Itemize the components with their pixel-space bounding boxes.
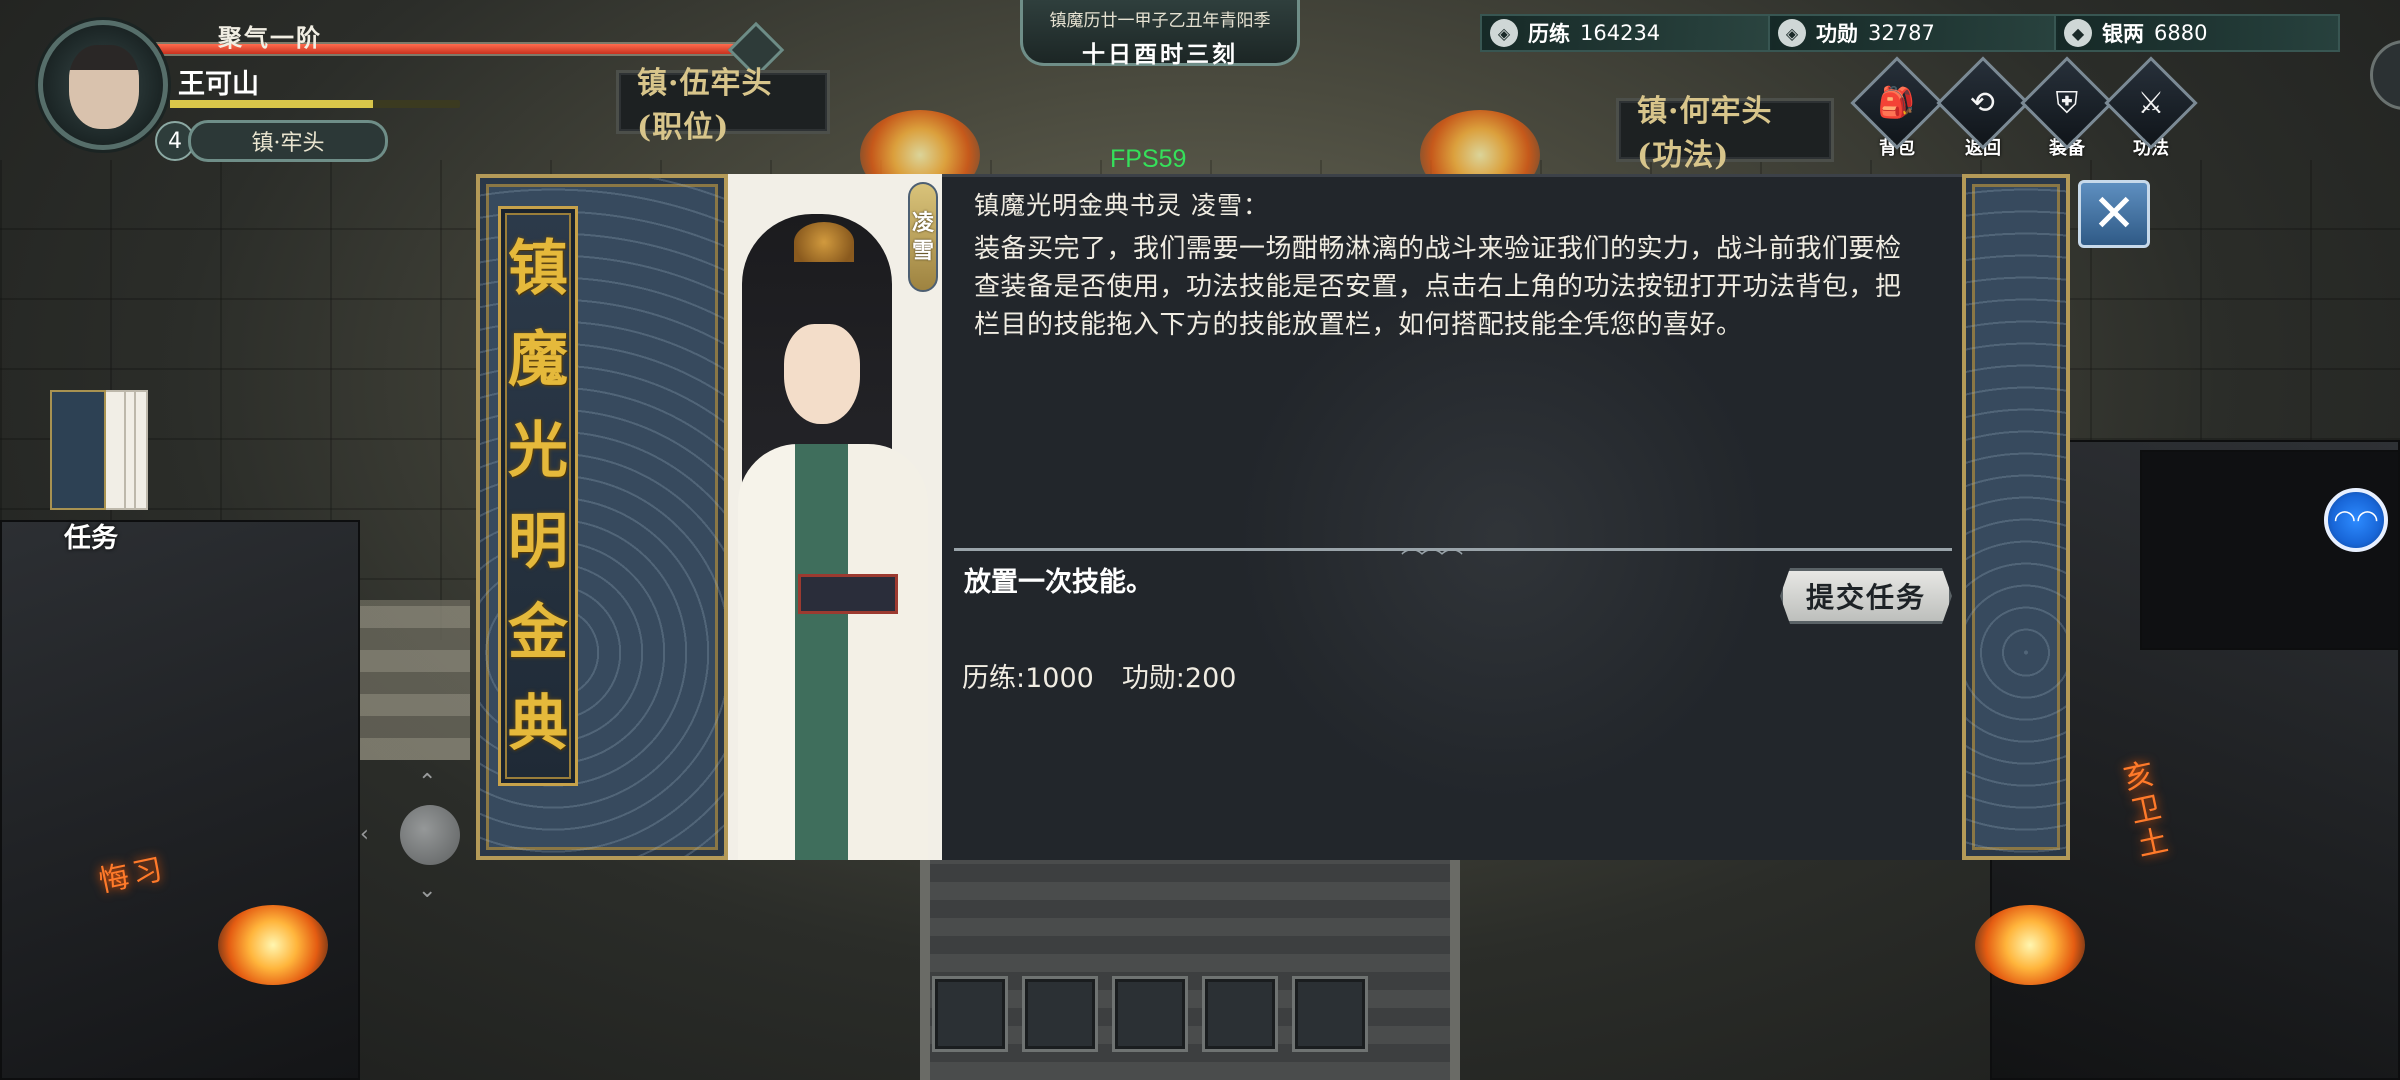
avatar-portrait	[69, 45, 139, 129]
task-book-cover	[50, 390, 106, 510]
calendar-era: 镇魔历廿一甲子乙丑年青阳季	[1049, 11, 1271, 31]
skill-slot[interactable]	[1292, 976, 1368, 1052]
equipment-button[interactable]: ⛨ 装备	[2020, 56, 2114, 159]
npc-portrait-face	[784, 324, 860, 424]
reward-merit: 功勋:200	[1121, 663, 1237, 694]
resource-value: 164234	[1580, 21, 1661, 45]
resource-value: 32787	[1868, 21, 1935, 45]
resource-label: 历练	[1528, 21, 1570, 46]
npc-name-char: 凌	[911, 210, 934, 236]
skill-slot[interactable]	[1022, 976, 1098, 1052]
armor-icon: ⛨	[2055, 85, 2079, 121]
resource-training: ◈ 历练 164234	[1480, 14, 1772, 52]
dialog-text: 装备买完了，我们需要一场酣畅淋漓的战斗来验证我们的实力，战斗前我们要检查装备是否…	[974, 234, 1902, 340]
player-name: 王可山	[178, 69, 259, 100]
npc-banner-technique[interactable]: 镇·何牢头(功法)	[1616, 94, 1834, 173]
npc-banner-position[interactable]: 镇·伍牢头(职位)	[616, 66, 830, 145]
resource-value: 6880	[2154, 21, 2208, 45]
shield-icon: ◈	[1778, 19, 1806, 47]
technique-icon: ⚔	[2137, 85, 2165, 121]
skill-slot[interactable]	[932, 976, 1008, 1052]
game-calendar: 镇魔历廿一甲子乙丑年青阳季 十日酉时三刻	[1020, 0, 1300, 68]
book-title-char: 镇	[508, 233, 568, 304]
npc-name-char: 雪	[911, 238, 934, 264]
player-avatar[interactable]: 4	[38, 20, 195, 161]
task-tab[interactable]: 任务	[50, 390, 160, 554]
joystick-down-arrow-icon: ⌄	[418, 878, 437, 903]
npc-portrait-sash	[798, 574, 898, 614]
coin-icon: ◆	[2064, 19, 2092, 47]
skill-slot[interactable]	[1202, 976, 1278, 1052]
dialog-left-scroll-panel: 镇魔光明金典	[476, 174, 728, 860]
return-icon: ⟲	[1970, 85, 1996, 121]
book-title-char: 典	[508, 688, 568, 759]
calendar-time: 十日酉时三刻	[1082, 41, 1238, 68]
cultivation-realm: 聚气一阶	[218, 23, 322, 52]
divider-ornament-icon: ︵︵︵	[1400, 534, 1463, 559]
book-title-char: 魔	[508, 324, 568, 395]
npc-portrait-hairpin	[794, 222, 854, 262]
technique-button[interactable]: ⚔ 功法	[2104, 56, 2198, 159]
backpack-button[interactable]: 🎒 背包	[1850, 56, 1944, 159]
joystick-up-arrow-icon: ⌃	[418, 770, 437, 795]
quest-dialog: 镇魔光明金典 凌雪 镇魔光明金典书灵 凌雪： 装备买完了，我们需要一场酣畅淋漓的…	[476, 174, 2070, 860]
dark-building-left	[0, 520, 360, 1080]
book-title-char: 明	[508, 506, 568, 577]
assistant-floating-button[interactable]: ◠◠	[2324, 488, 2388, 552]
task-book-icon	[50, 390, 150, 510]
book-title-char: 光	[508, 415, 568, 486]
rank-title-plate: 镇·牢头	[188, 120, 388, 162]
submit-quest-button[interactable]: 提交任务	[1780, 568, 1952, 624]
dialog-right-scroll-panel	[1962, 174, 2070, 860]
resource-silver: ◆ 银两 6880	[2054, 14, 2340, 52]
joystick-left-arrow-icon: ‹	[360, 822, 369, 847]
return-button[interactable]: ⟲ 返回	[1936, 56, 2030, 159]
fps-counter: FPS59	[1110, 145, 1187, 173]
joystick-knob[interactable]	[400, 805, 460, 865]
close-dialog-button[interactable]: ✕	[2078, 180, 2150, 248]
stone-pillar	[350, 600, 470, 760]
shield-icon: ◈	[1490, 19, 1518, 47]
brazier-fire-right	[1975, 905, 2085, 985]
brazier-fire-left	[218, 905, 328, 985]
task-tab-label: 任务	[64, 523, 118, 554]
exp-bar-fill	[170, 100, 373, 108]
reward-training: 历练:1000	[962, 663, 1094, 694]
backpack-icon: 🎒	[1878, 85, 1916, 121]
exp-bar	[170, 100, 460, 108]
resource-label: 功勋	[1816, 21, 1858, 46]
book-title-plaque: 镇魔光明金典	[498, 206, 578, 786]
dialog-speaker: 镇魔光明金典书灵 凌雪：	[974, 191, 1269, 220]
skill-slot-bar	[932, 976, 1368, 1052]
quest-objective: 放置一次技能。	[964, 567, 1153, 598]
npc-portrait-robe	[738, 444, 928, 860]
skill-slot[interactable]	[1112, 976, 1188, 1052]
quest-rewards: 历练:1000 功勋:200	[962, 656, 1236, 695]
close-icon: ✕	[2092, 184, 2136, 244]
book-title-char: 金	[508, 597, 568, 668]
resource-label: 银两	[2102, 21, 2144, 46]
resource-merit: ◈ 功勋 32787	[1768, 14, 2058, 52]
npc-name-tag: 凌雪	[908, 182, 938, 292]
assistant-face-icon: ◠◠	[2333, 505, 2379, 535]
